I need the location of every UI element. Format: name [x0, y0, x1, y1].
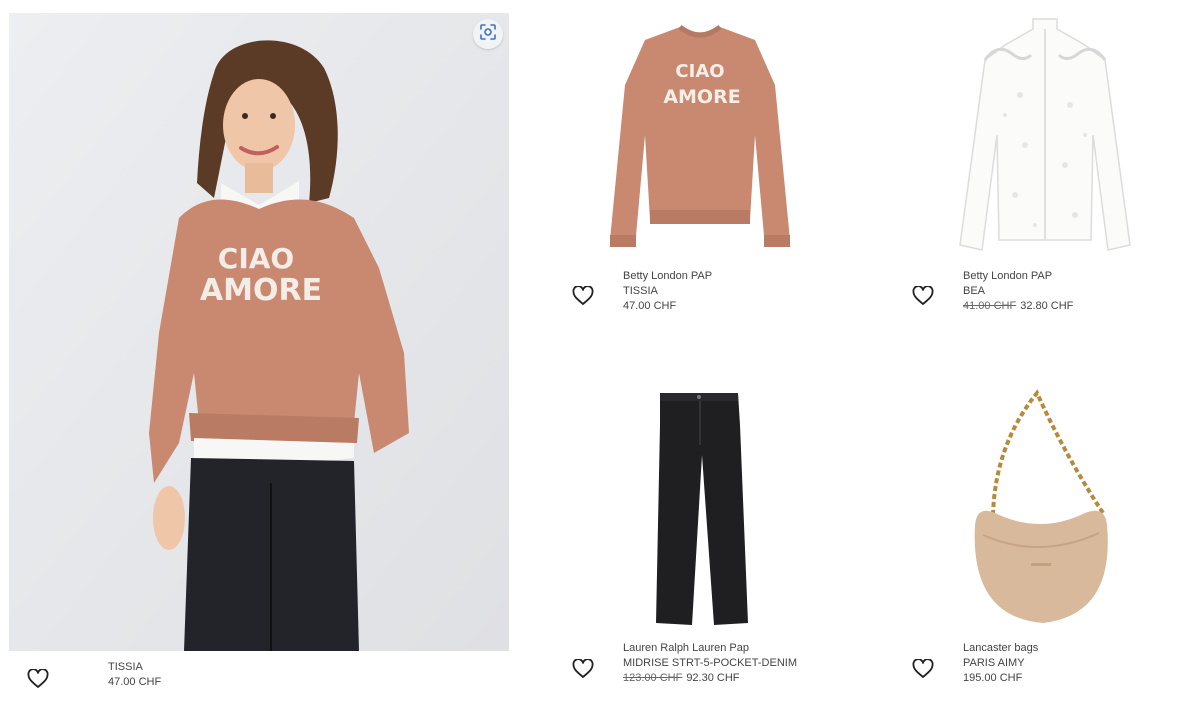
- favorite-button[interactable]: [570, 657, 596, 684]
- product-name: BEA: [963, 285, 986, 297]
- hero-caption: TISSIA 47.00 CHF: [108, 660, 161, 690]
- product-image-bag[interactable]: [965, 385, 1115, 630]
- model-illustration: CIAO AMORE: [9, 13, 509, 651]
- product-price-line: 41.00 CHF 32.80 CHF: [963, 299, 1073, 314]
- lens-scan-icon: [479, 23, 497, 46]
- favorite-button[interactable]: [910, 657, 936, 684]
- product-price: 92.30 CHF: [686, 672, 740, 684]
- product-image-tissia[interactable]: CIAO AMORE: [600, 15, 800, 260]
- product-info[interactable]: Betty London PAP BEA 41.00 CHF 32.80 CHF: [963, 269, 1073, 314]
- product-brand: Lancaster bags: [963, 642, 1039, 654]
- product-info[interactable]: Betty London PAP TISSIA 47.00 CHF: [623, 269, 712, 314]
- look-photo[interactable]: CIAO AMORE: [9, 13, 509, 651]
- heart-icon: [912, 657, 934, 684]
- product-brand: Betty London PAP: [623, 270, 713, 282]
- product-price: 47.00 CHF: [108, 676, 162, 688]
- product-price-line: 123.00 CHF 92.30 CHF: [623, 671, 797, 686]
- heart-icon: [27, 667, 49, 694]
- favorite-button[interactable]: [570, 284, 596, 311]
- product-price: 195.00 CHF: [963, 672, 1023, 684]
- product-info[interactable]: Lancaster bags PARIS AIMY 195.00 CHF: [963, 641, 1038, 686]
- product-price: 32.80 CHF: [1020, 300, 1074, 312]
- product-old-price: 41.00 CHF: [963, 300, 1017, 312]
- visual-search-button[interactable]: [473, 19, 503, 49]
- hero-print-line1: CIAO: [218, 242, 294, 275]
- print-line1: CIAO: [675, 61, 724, 82]
- product-brand: Lauren Ralph Lauren Pap: [623, 642, 749, 654]
- heart-icon: [572, 657, 594, 684]
- product-name: MIDRISE STRT-5-POCKET-DENIM: [623, 657, 797, 669]
- product-info[interactable]: Lauren Ralph Lauren Pap MIDRISE STRT-5-P…: [623, 641, 797, 686]
- product-brand: Betty London PAP: [963, 270, 1053, 282]
- favorite-button[interactable]: [25, 667, 51, 694]
- product-image-denim[interactable]: [640, 385, 760, 630]
- product-image-bea[interactable]: [945, 15, 1145, 260]
- product-name[interactable]: TISSIA: [108, 660, 161, 675]
- heart-icon: [912, 284, 934, 311]
- hero-print-line2: AMORE: [200, 273, 322, 308]
- product-name: PARIS AIMY: [963, 657, 1025, 669]
- product-price: 47.00 CHF: [623, 300, 677, 312]
- print-line2: AMORE: [663, 86, 740, 108]
- product-old-price: 123.00 CHF: [623, 672, 683, 684]
- product-name: TISSIA: [623, 285, 658, 297]
- heart-icon: [572, 284, 594, 311]
- favorite-button[interactable]: [910, 284, 936, 311]
